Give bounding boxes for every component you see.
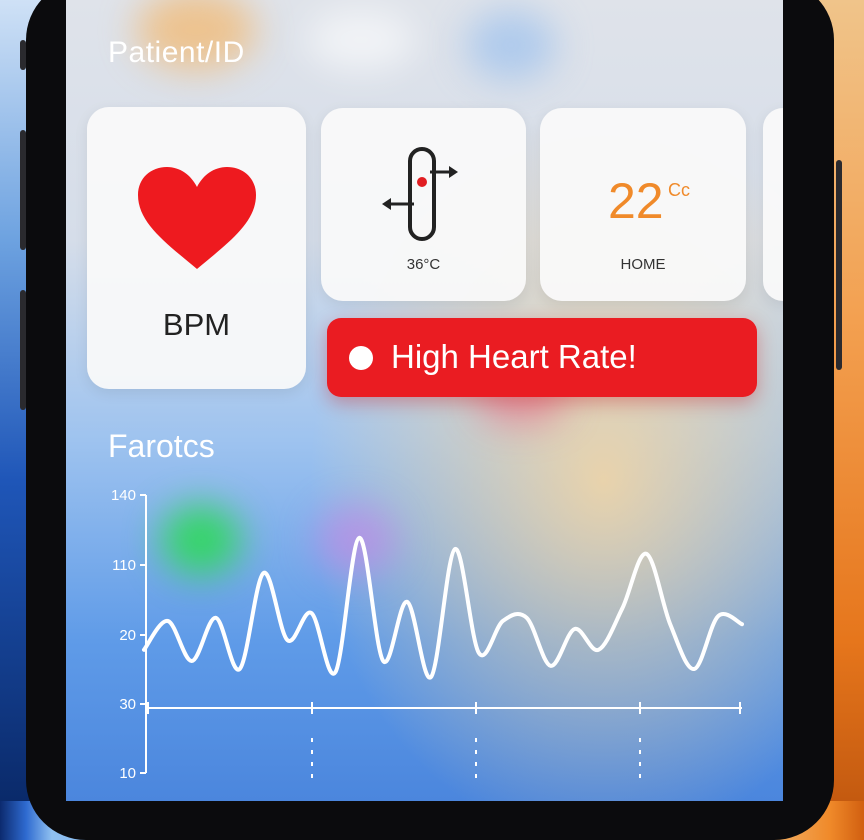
mute-switch[interactable] — [20, 40, 26, 70]
temperature-card[interactable]: 36°C — [321, 108, 526, 301]
heart-rate-chart: 140 110 20 30 10 — [111, 487, 744, 782]
temperature-label: 36°C — [406, 256, 441, 273]
bpm-card[interactable]: BPM — [87, 107, 306, 389]
alert-dot-icon — [349, 346, 373, 370]
heart-rate-line — [142, 535, 744, 680]
heart-icon — [138, 167, 256, 269]
y-tick-label: 110 — [112, 557, 136, 574]
decor-blob — [466, 10, 556, 80]
section-title: Farotcs — [108, 428, 215, 464]
bpm-label: BPM — [162, 307, 231, 342]
home-temperature-value: 22 — [608, 173, 664, 229]
chart-axes — [145, 495, 742, 773]
volume-down-button[interactable] — [20, 290, 26, 410]
high-heart-rate-alert[interactable]: High Heart Rate! — [327, 318, 757, 397]
home-label: HOME — [620, 256, 666, 273]
volume-up-button[interactable] — [20, 130, 26, 250]
app-screen: Patient/ID BPM 36°C 22 Cc HOME High Hear… — [66, 0, 783, 801]
thermometer-icon — [382, 147, 458, 241]
y-tick-label: 30 — [119, 696, 136, 713]
next-card-peek[interactable] — [763, 108, 783, 301]
y-tick-label: 10 — [119, 765, 136, 782]
power-button[interactable] — [836, 160, 842, 370]
alert-text: High Heart Rate! — [391, 338, 637, 375]
decor-blob — [306, 10, 416, 70]
page-title: Patient/ID — [108, 36, 245, 69]
home-temperature-unit: Cc — [668, 180, 690, 200]
y-tick-label: 20 — [119, 627, 136, 644]
y-tick-label: 140 — [111, 487, 136, 504]
home-card[interactable]: 22 Cc HOME — [540, 108, 746, 301]
